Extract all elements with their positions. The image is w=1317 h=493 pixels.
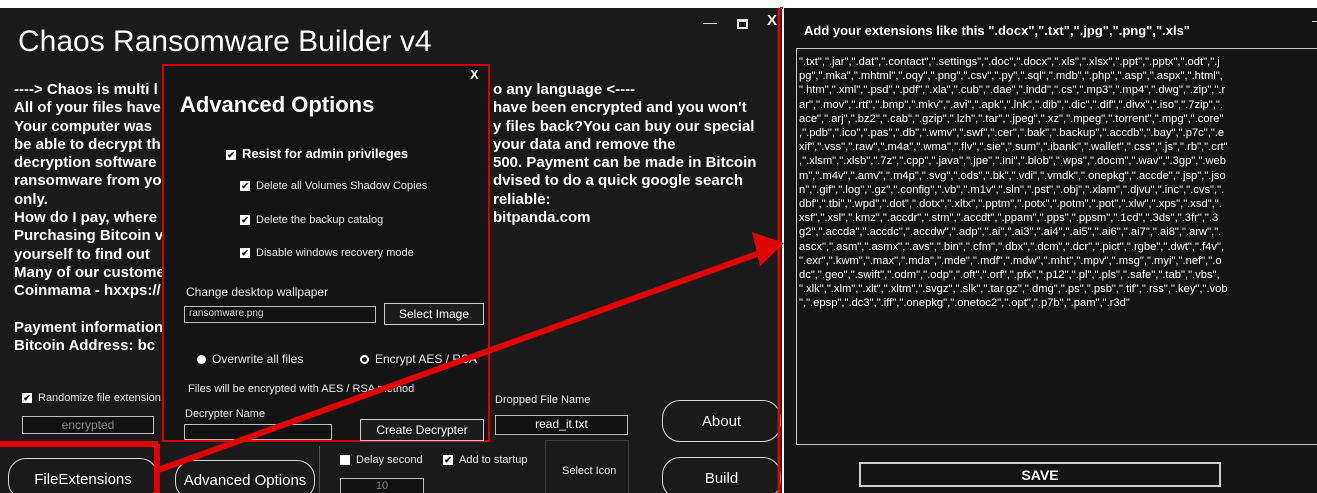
annotation-arrow-line	[156, 247, 770, 473]
annotation-overlay	[0, 7, 784, 493]
